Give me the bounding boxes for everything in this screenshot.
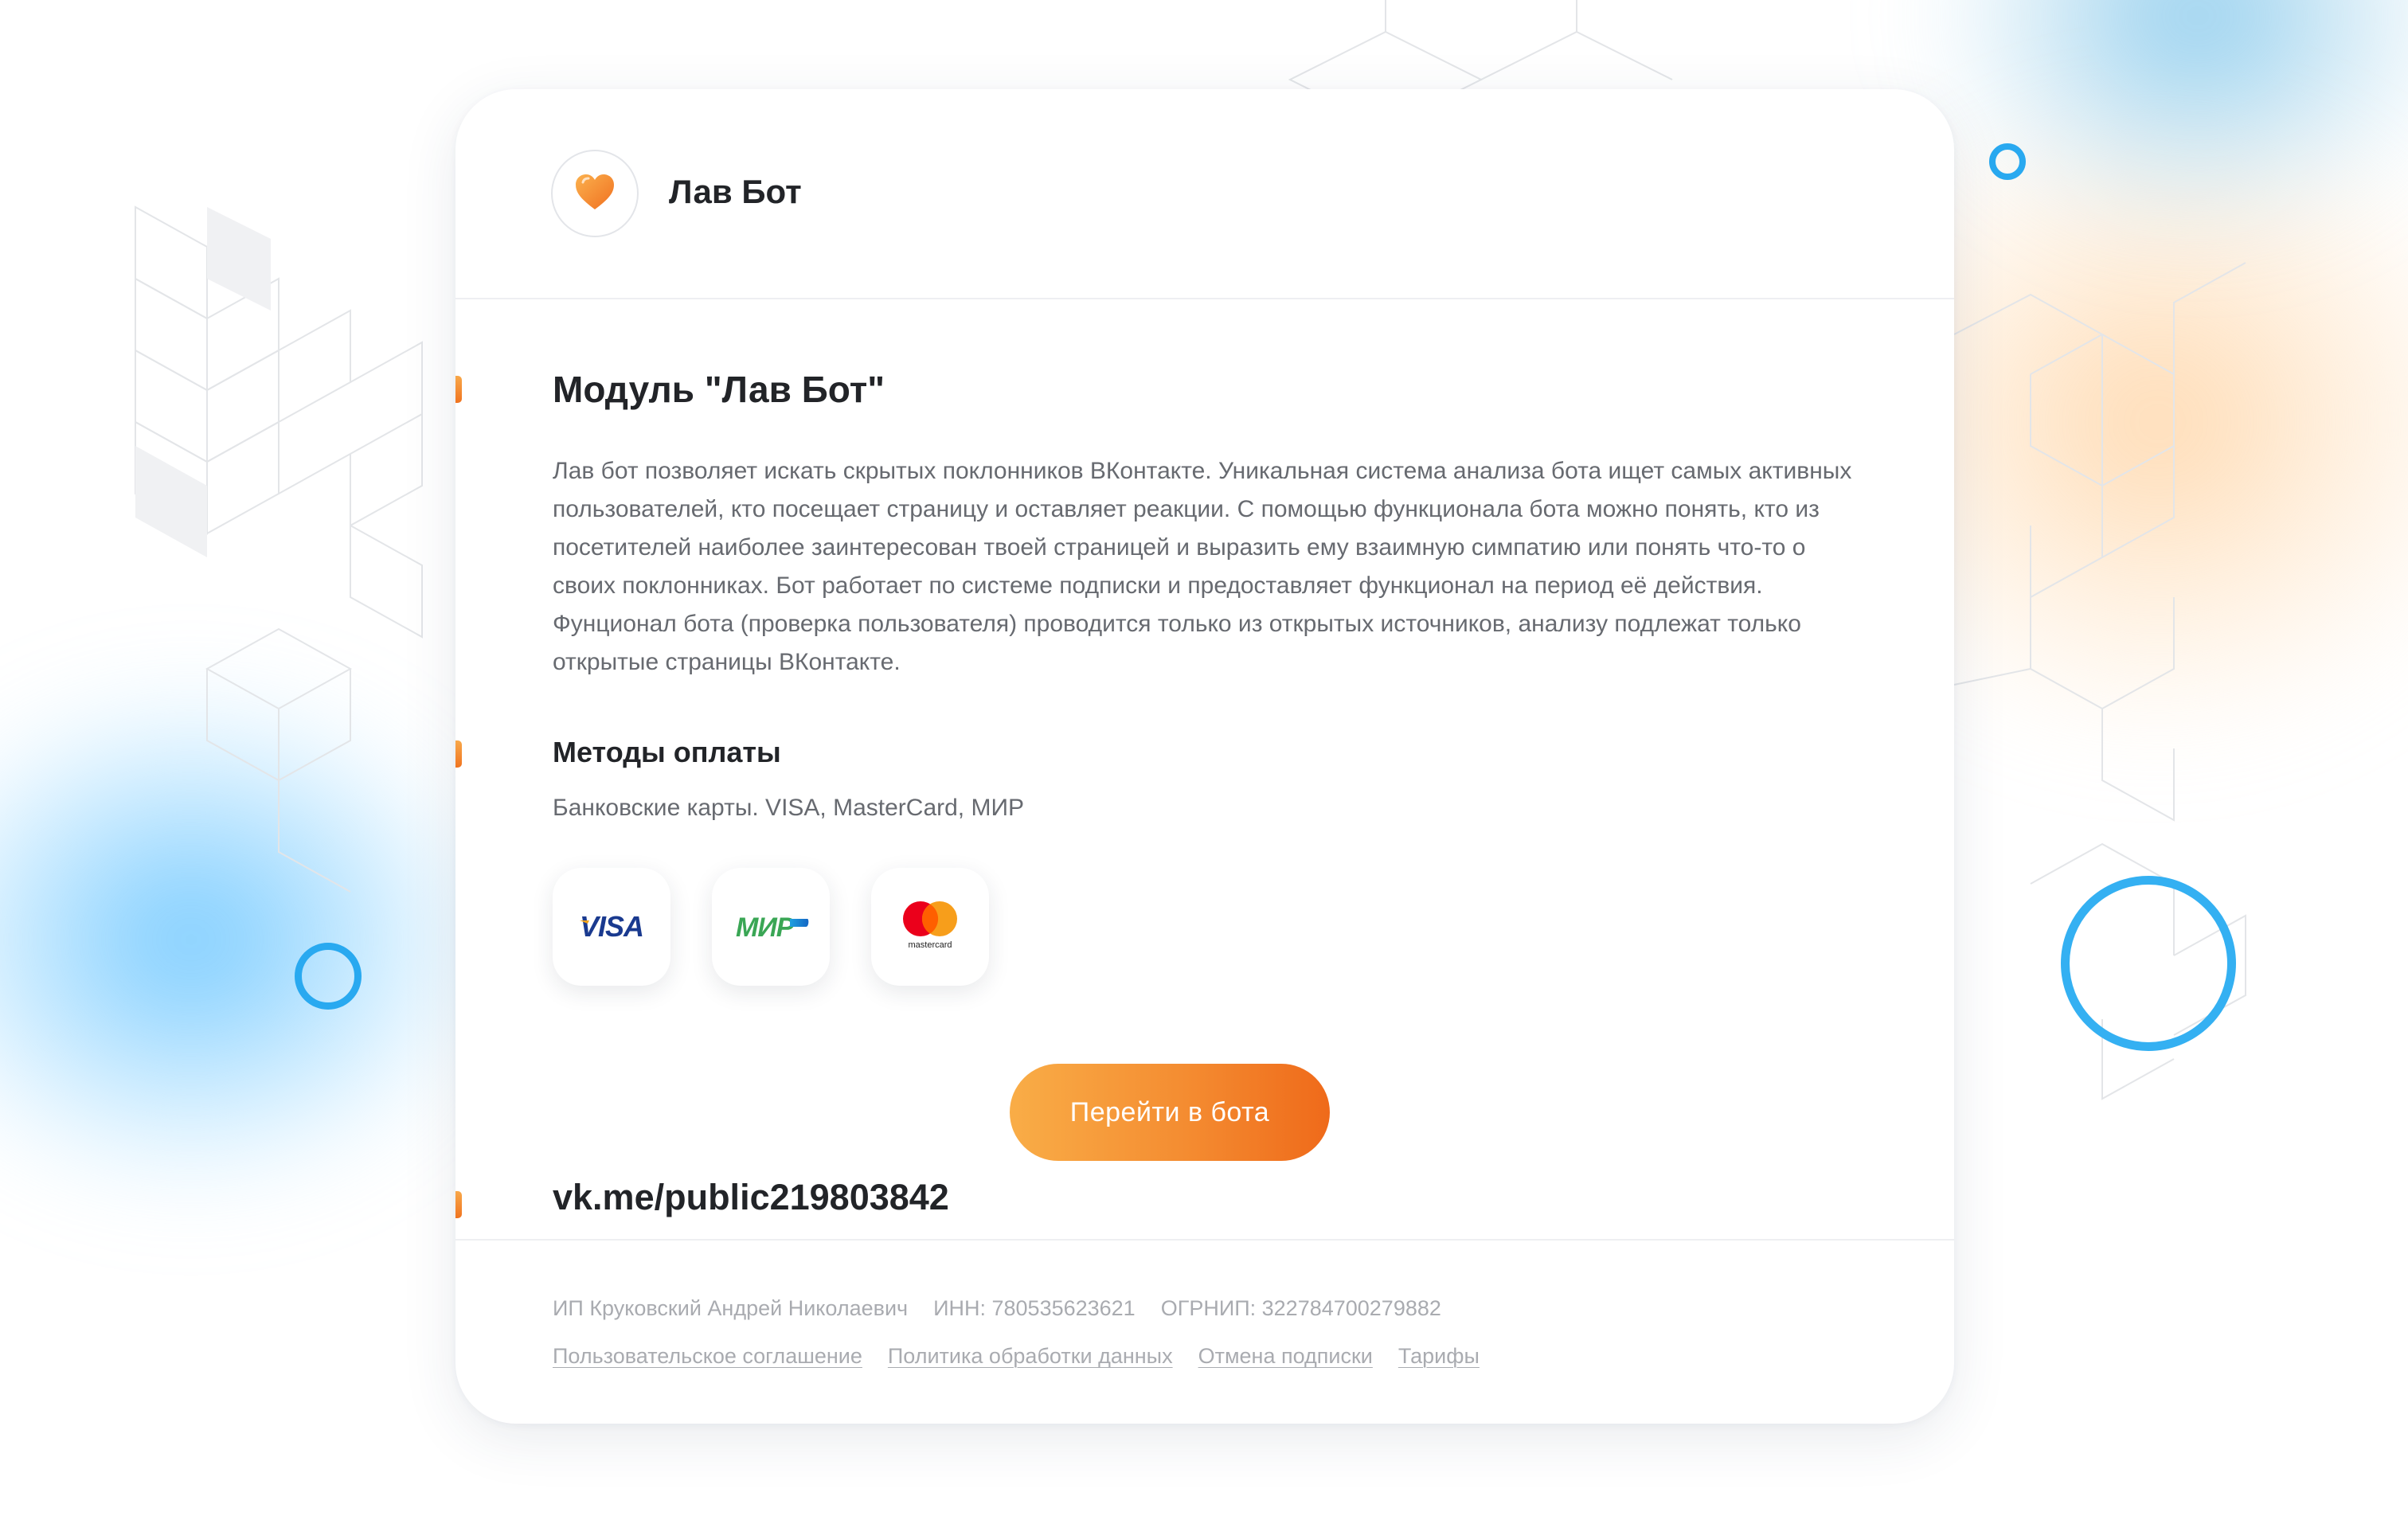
user-agreement-link[interactable]: Пользовательское соглашение (553, 1344, 862, 1369)
section-marker (455, 740, 462, 768)
brand-name: Лав Бот (669, 173, 802, 210)
mir-logo-icon: МИР (736, 912, 809, 943)
mir-card: МИР (712, 868, 830, 986)
svg-text:МИР: МИР (736, 912, 795, 943)
main-card: Лав Бот Модуль "Лав Бот" Лав бот позволя… (455, 89, 1954, 1424)
footer-links: Пользовательское соглашение Политика обр… (553, 1344, 1480, 1369)
payment-title: Методы оплаты (553, 736, 781, 768)
bot-link[interactable]: vk.me/public219803842 (553, 1177, 949, 1218)
owner-name: ИП Круковский Андрей Николаевич (553, 1296, 909, 1320)
cancel-subscription-link[interactable]: Отмена подписки (1198, 1344, 1373, 1369)
svg-text:VISA: VISA (580, 911, 643, 943)
card-footer: ИП Круковский Андрей Николаевич ИНН: 780… (455, 1239, 1954, 1424)
module-description: Лав бот позволяет искать скрытых поклонн… (553, 458, 1852, 675)
ogrnip-number: ОГРНИП: 322784700279882 (1160, 1296, 1441, 1320)
privacy-policy-link[interactable]: Политика обработки данных (888, 1344, 1173, 1369)
decorative-ring (1989, 143, 2026, 180)
tariffs-link[interactable]: Тарифы (1398, 1344, 1480, 1369)
visa-logo-icon: VISA (580, 911, 644, 943)
payment-subtitle: Банковские карты. VISA, MasterCard, МИР (553, 795, 1025, 821)
mastercard-logo-icon: mastercard (903, 901, 957, 950)
inn-number: ИНН: 780535623621 (933, 1296, 1136, 1320)
svg-text:mastercard: mastercard (908, 940, 952, 950)
decorative-ring (2061, 876, 2236, 1051)
mastercard-card: mastercard (871, 868, 989, 986)
visa-card: VISA (553, 868, 670, 986)
heart-icon (574, 173, 616, 215)
go-to-bot-button[interactable]: Перейти в бота (1010, 1064, 1330, 1161)
card-header: Лав Бот (455, 89, 1954, 299)
section-marker (455, 1191, 462, 1218)
decorative-ring (295, 943, 362, 1010)
legal-info: ИП Круковский Андрей Николаевич ИНН: 780… (553, 1296, 1441, 1321)
module-title: Модуль "Лав Бот" (553, 369, 885, 410)
brand-logo (551, 150, 639, 237)
payment-methods: VISA МИР mastercard (553, 868, 989, 986)
section-marker (455, 376, 462, 403)
